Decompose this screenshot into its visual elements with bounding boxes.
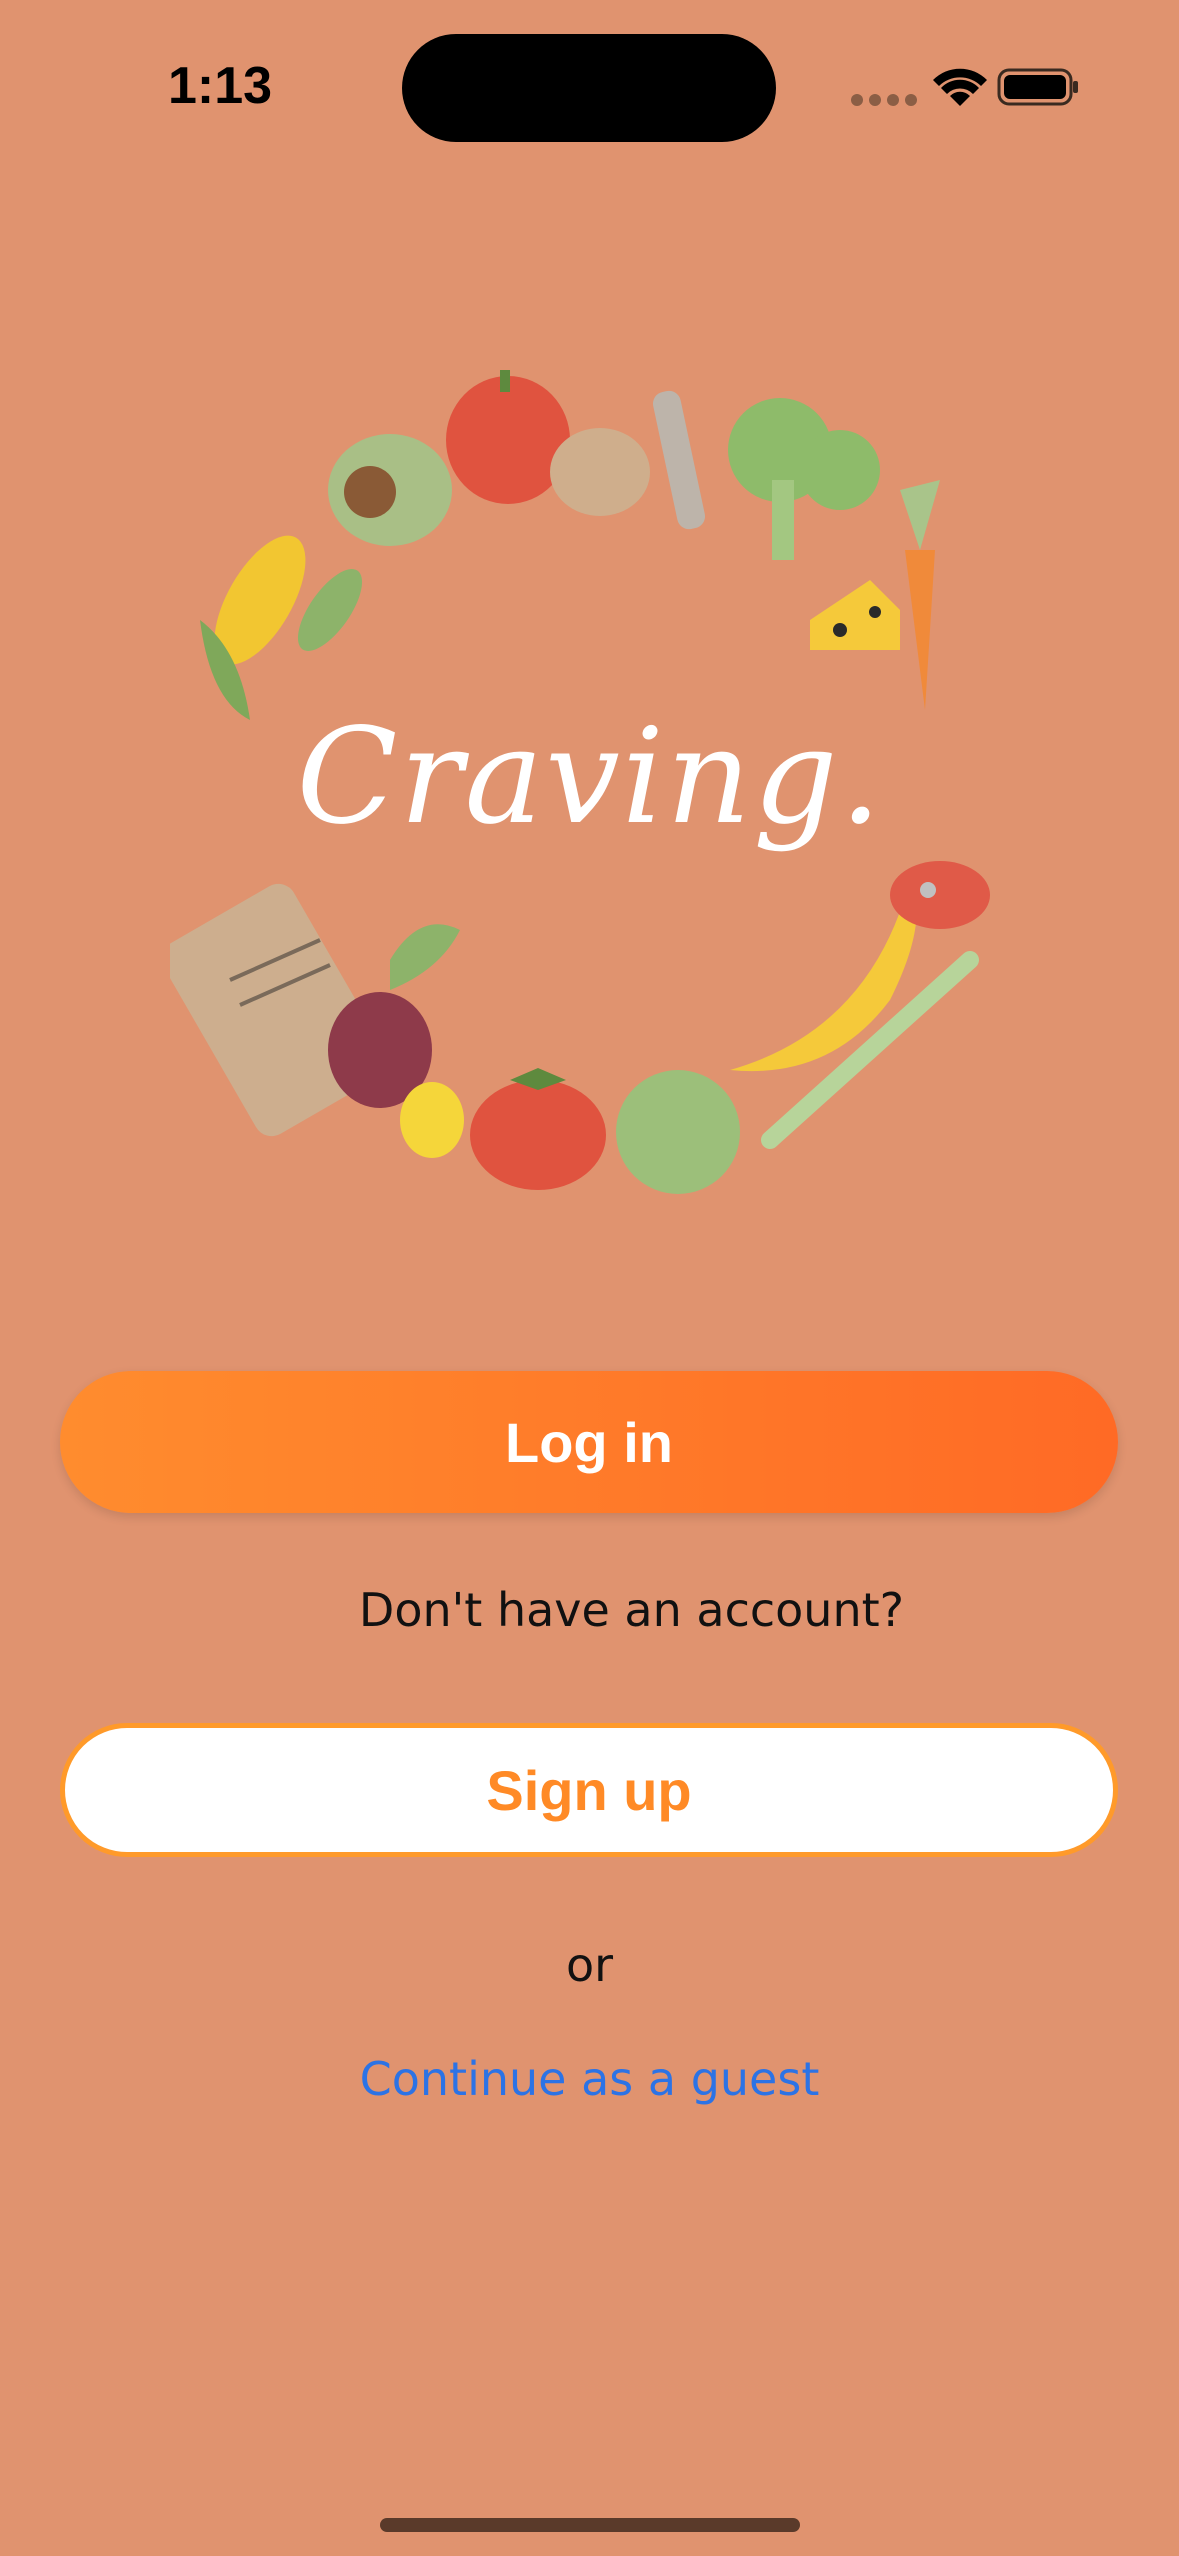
home-indicator[interactable] [380, 2518, 800, 2532]
garlic-icon [550, 428, 650, 516]
dynamic-island [402, 34, 776, 142]
status-time: 1:13 [168, 57, 273, 115]
broccoli-icon [728, 398, 880, 560]
signal-dots-icon [851, 94, 917, 106]
lemon-icon [400, 1082, 464, 1158]
steak-icon [890, 861, 990, 929]
avocado-icon [328, 434, 452, 546]
cabbage-icon [616, 1070, 740, 1194]
app-logo: Craving. [170, 360, 1010, 1200]
logo-text: Craving. [296, 700, 884, 854]
knife-icon [652, 390, 706, 530]
battery-icon [997, 68, 1078, 106]
no-account-prompt: Don't have an account? [358, 1583, 905, 1637]
continue-as-guest-link[interactable]: Continue as a guest [0, 2052, 1179, 2106]
cheese-icon [810, 580, 900, 650]
wifi-icon [933, 68, 987, 106]
pepper-icon [446, 370, 570, 504]
or-separator: or [565, 1938, 614, 1992]
status-bar: 1:13 [0, 0, 1179, 180]
status-icons [851, 68, 1078, 106]
login-button[interactable]: Log in [60, 1371, 1118, 1513]
signup-button[interactable]: Sign up [60, 1723, 1118, 1857]
carrot-icon [900, 480, 940, 710]
tomato-icon [470, 1068, 606, 1190]
beet-icon [328, 924, 460, 1108]
